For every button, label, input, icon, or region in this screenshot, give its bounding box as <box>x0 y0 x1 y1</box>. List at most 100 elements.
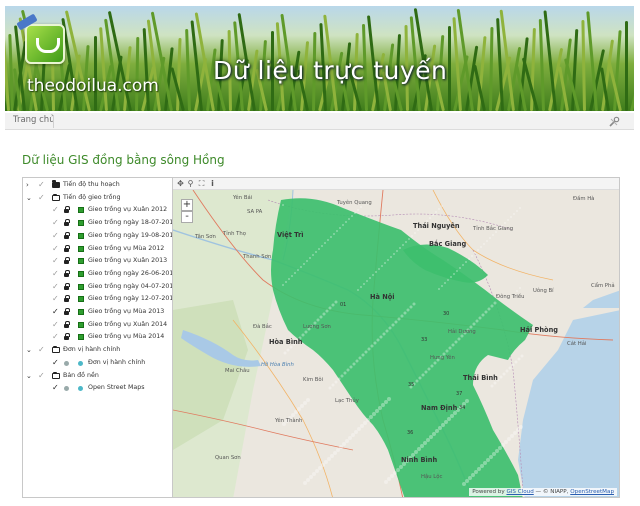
texture-dot <box>322 312 326 316</box>
layer-item-row[interactable]: ✓ Gieo trồng vụ Mùa 2014 <box>23 331 173 343</box>
texture-dot <box>367 347 371 351</box>
layer-item-row[interactable]: ✓ Gieo trồng vụ Xuân 2013 <box>23 255 173 267</box>
fullscreen-icon[interactable]: ⛶ <box>197 179 206 188</box>
texture-dot <box>519 287 521 289</box>
layer-item-row[interactable]: ✓ Open Street Maps <box>23 382 173 394</box>
chevron-down-icon[interactable]: ⌄ <box>26 194 33 202</box>
texture-dot <box>489 237 491 239</box>
checkmark-icon[interactable]: ✓ <box>52 307 60 317</box>
texture-dot <box>441 285 443 287</box>
place-label: Lương Sơn <box>303 324 331 330</box>
texture-dot <box>354 430 358 434</box>
zoom-out-button[interactable]: - <box>181 211 193 223</box>
texture-dot <box>474 470 478 474</box>
layer-item-label: Gieo trồng vụ Xuân 2013 <box>88 257 168 265</box>
nav-home-link[interactable]: Trang chủ <box>13 115 55 125</box>
texture-dot <box>420 444 424 448</box>
checkmark-icon[interactable]: ✓ <box>52 256 60 266</box>
checkmark-icon[interactable]: ✓ <box>52 332 60 342</box>
checkmark-icon[interactable]: ✓ <box>52 269 60 279</box>
layer-item-row[interactable]: ✓ Gieo trồng ngày 26-06-2013 <box>23 268 177 280</box>
texture-dot <box>402 244 404 246</box>
texture-dot <box>312 254 314 256</box>
chevron-right-icon[interactable]: › <box>26 181 33 189</box>
texture-dot <box>315 469 319 473</box>
gis-cloud-link[interactable]: GIS Cloud <box>506 489 533 495</box>
texture-dot <box>519 207 521 209</box>
chevron-down-icon[interactable]: ⌄ <box>26 346 33 354</box>
info-icon[interactable]: i <box>208 179 217 188</box>
texture-dot <box>390 256 392 258</box>
layer-item-row[interactable]: ✓ Gieo trồng ngày 19-08-2012 <box>23 230 177 242</box>
folder-icon <box>52 346 60 354</box>
pan-icon[interactable]: ✥ <box>176 179 185 188</box>
layer-group-row[interactable]: ⌄ ✓ Bản đồ nền <box>23 370 173 382</box>
layer-group-row[interactable]: › ✓ Tiến độ thu hoạch <box>23 179 173 191</box>
lock-icon <box>64 257 70 265</box>
texture-dot <box>321 245 323 247</box>
checkmark-icon[interactable]: ✓ <box>52 383 60 393</box>
layer-item-row[interactable]: ✓ Gieo trồng vụ Mùa 2012 <box>23 243 173 255</box>
texture-dot <box>435 211 437 213</box>
texture-dot <box>432 432 436 436</box>
layer-item-row[interactable]: ✓ Gieo trồng ngày 12-07-2013 <box>23 293 177 305</box>
place-label: Hồ Hòa Bình <box>261 362 294 368</box>
checkmark-icon[interactable]: ✓ <box>52 320 60 330</box>
checkmark-icon[interactable]: ✓ <box>52 282 60 292</box>
texture-dot <box>297 269 299 271</box>
texture-dot <box>370 344 374 348</box>
place-label: Việt Trì <box>277 231 304 239</box>
texture-dot <box>438 426 442 430</box>
checkmark-icon[interactable]: ✓ <box>52 205 60 215</box>
logo-text[interactable]: theodoilua.com <box>27 76 159 96</box>
checkmark-icon[interactable]: ✓ <box>52 231 60 241</box>
logo-icon[interactable] <box>25 24 65 64</box>
texture-dot <box>465 479 469 483</box>
checkmark-icon[interactable]: ✓ <box>52 294 60 304</box>
texture-dot <box>346 368 350 372</box>
texture-dot <box>511 363 515 367</box>
texture-dot <box>327 239 329 241</box>
checkmark-icon[interactable]: ✓ <box>38 193 46 203</box>
zoom-in-button[interactable]: + <box>181 199 193 211</box>
layer-tree-panel: › ✓ Tiến độ thu hoạch ⌄ ✓ Tiến độ gieo trồng ✓… <box>22 177 177 498</box>
layer-item-row[interactable]: ✓ Gieo trồng vụ Mùa 2013 <box>23 306 173 318</box>
layer-item-row[interactable]: ✓ Gieo trồng vụ Xuân 2012 <box>23 204 173 216</box>
checkmark-icon[interactable]: ✓ <box>52 218 60 228</box>
texture-dot <box>318 466 322 470</box>
texture-dot <box>328 386 332 390</box>
tools-icon[interactable] <box>608 116 620 128</box>
layer-group-row[interactable]: ⌄ ✓ Tiến độ gieo trồng <box>23 192 173 204</box>
texture-dot <box>394 320 398 324</box>
layer-item-row[interactable]: ✓ Đơn vị hành chính <box>23 357 173 369</box>
lock-icon <box>64 244 70 252</box>
checkmark-icon[interactable]: ✓ <box>52 358 60 368</box>
visibility-dot-icon <box>64 360 69 366</box>
legend-square-icon <box>78 321 84 328</box>
map-viewer[interactable]: ✥ ⚲ ⛶ i + - 01 33 30 35 34 36 37 Yên Bái… <box>172 177 620 498</box>
layer-item-row[interactable]: ✓ Gieo trồng ngày 04-07-2013 <box>23 281 177 293</box>
checkmark-icon[interactable]: ✓ <box>38 180 46 190</box>
texture-dot <box>363 421 367 425</box>
texture-dot <box>478 316 482 320</box>
lock-icon <box>64 269 70 277</box>
chevron-down-icon[interactable]: ⌄ <box>26 372 33 380</box>
zoom-icon[interactable]: ⚲ <box>186 179 195 188</box>
texture-dot <box>397 317 401 321</box>
layer-item-row[interactable]: ✓ Gieo trồng vụ Xuân 2014 <box>23 319 173 331</box>
legend-dot-icon <box>78 386 83 392</box>
texture-dot <box>282 284 284 286</box>
texture-dot <box>409 305 413 309</box>
rice-stalk <box>93 36 97 111</box>
layer-group-row[interactable]: ⌄ ✓ Đơn vị hành chính <box>23 344 173 356</box>
place-label: Uông Bí <box>533 288 554 294</box>
texture-dot <box>336 448 340 452</box>
texture-dot <box>339 227 341 229</box>
layer-item-row[interactable]: ✓ Gieo trồng ngày 18-07-2012 <box>23 217 177 229</box>
openstreetmap-link[interactable]: OpenStreetMap <box>570 489 614 495</box>
texture-dot <box>286 348 290 352</box>
checkmark-icon[interactable]: ✓ <box>38 371 46 381</box>
checkmark-icon[interactable]: ✓ <box>52 244 60 254</box>
texture-dot <box>480 246 482 248</box>
checkmark-icon[interactable]: ✓ <box>38 345 46 355</box>
